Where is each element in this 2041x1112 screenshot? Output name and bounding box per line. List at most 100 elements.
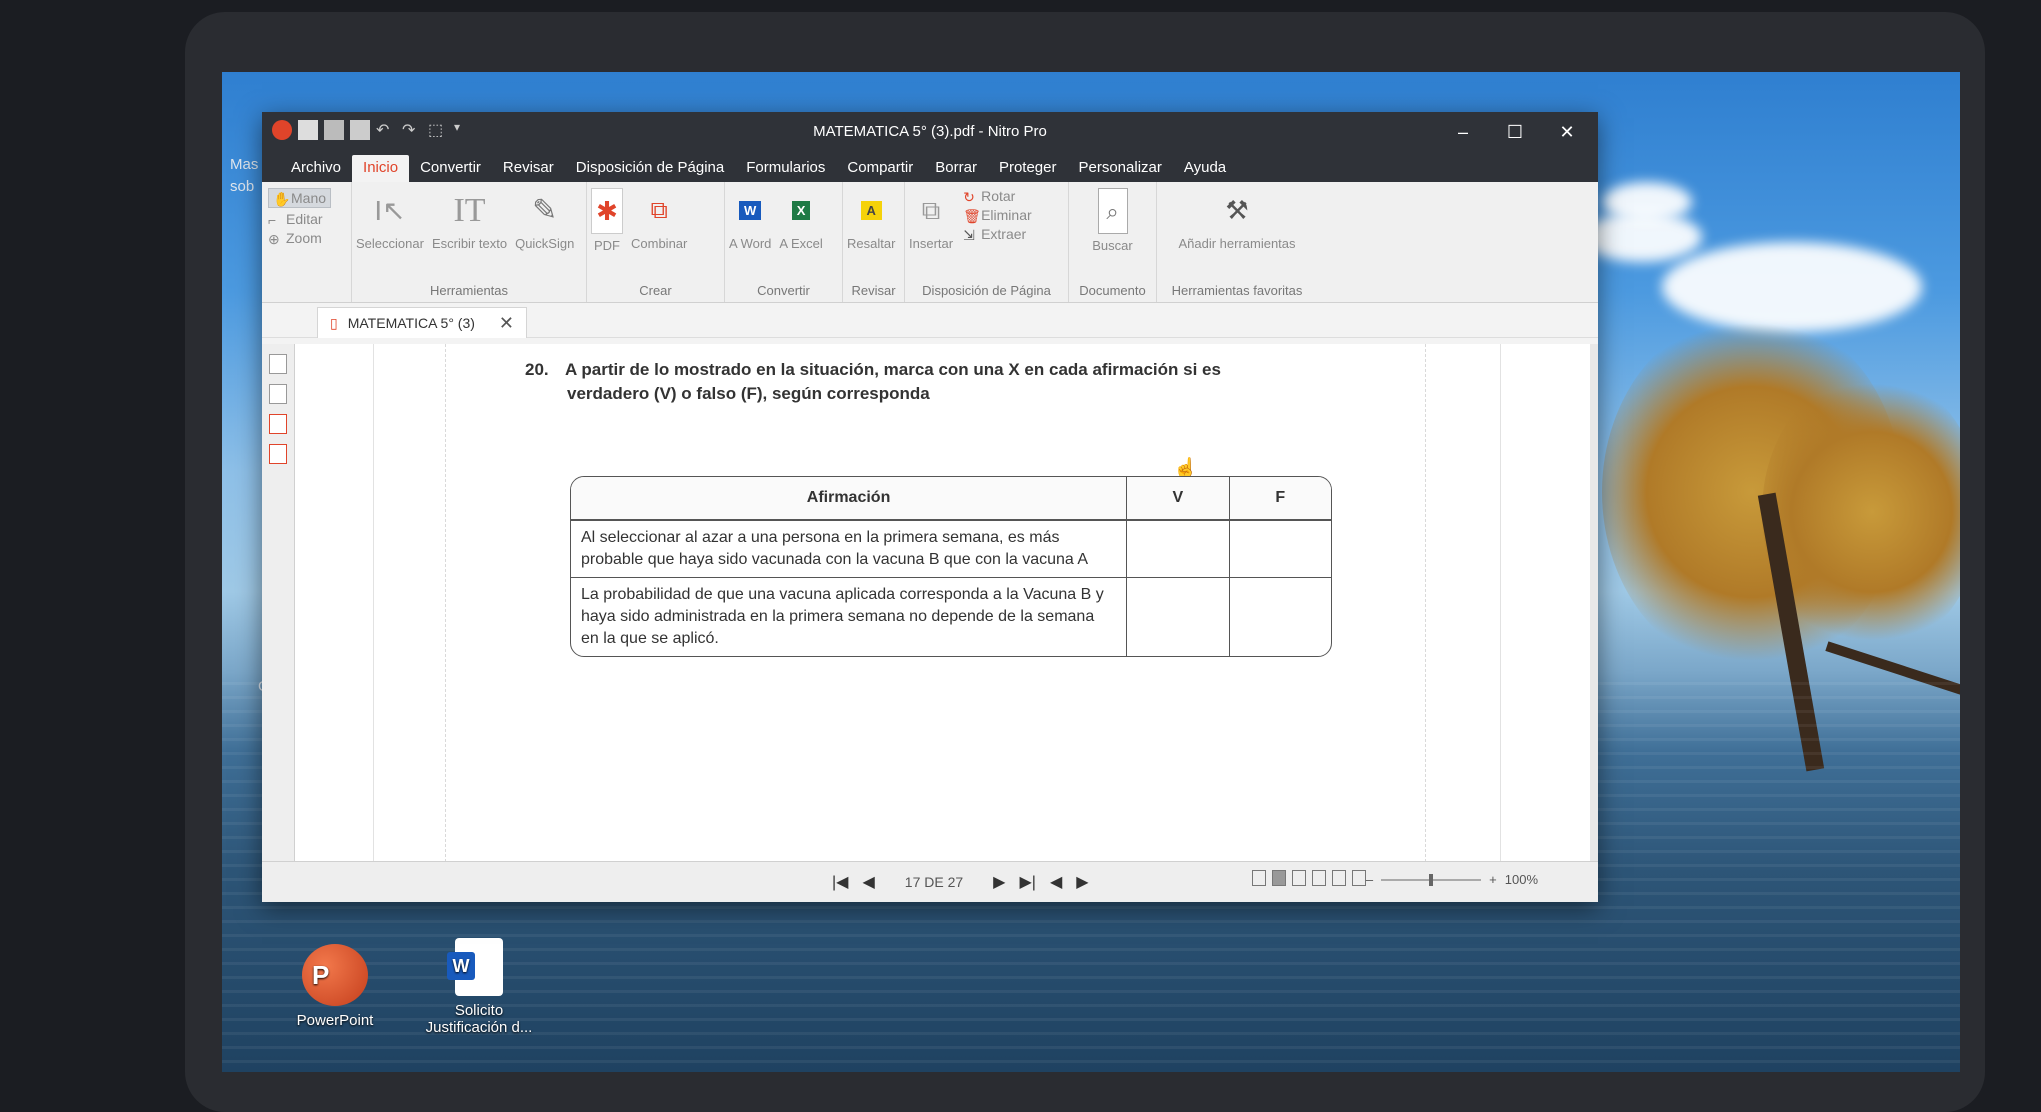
- minimize-button[interactable]: –: [1442, 118, 1484, 146]
- ribbon-group-documento: ⌕ Buscar Documento: [1069, 182, 1157, 302]
- extract-button[interactable]: ⇲ Extraer: [963, 226, 1032, 243]
- facing-view-icon[interactable]: [1292, 870, 1306, 886]
- to-word-button[interactable]: W A Word: [725, 188, 775, 251]
- insert-button[interactable]: ⧉ Insertar: [905, 188, 957, 252]
- desktop-icon-powerpoint[interactable]: P PowerPoint: [270, 944, 400, 1029]
- header-f: F: [1228, 477, 1331, 520]
- rotate-label: Rotar: [981, 188, 1016, 204]
- forward-view-icon[interactable]: ▶: [1076, 872, 1088, 892]
- next-page-icon[interactable]: ▶: [993, 872, 1005, 892]
- desktop-icon-word-document[interactable]: W Solicito Justificación d...: [414, 938, 544, 1036]
- create-pdf-icon: ✱: [591, 188, 623, 234]
- status-bar: |◀ ◀ 17 DE 27 ▶ ▶| ◀ ▶ – + 100%: [262, 861, 1598, 902]
- menu-proteger[interactable]: Proteger: [988, 155, 1068, 182]
- menu-ayuda[interactable]: Ayuda: [1173, 155, 1237, 182]
- continuous-view-icon[interactable]: [1272, 870, 1286, 886]
- zoom-icon: ⊕: [268, 231, 280, 247]
- rotate-icon: ↻: [963, 189, 975, 205]
- title-bar: ↶ ↷ ⬚ ▾ MATEMATICA 5° (3).pdf - Nitro Pr…: [262, 112, 1598, 154]
- extract-label: Extraer: [981, 226, 1027, 242]
- add-tools-button[interactable]: ⚒ Añadir herramientas: [1174, 188, 1299, 252]
- menu-bar: Archivo Inicio Convertir Revisar Disposi…: [262, 154, 1598, 182]
- bookmarks-panel-icon[interactable]: [269, 414, 287, 434]
- delete-label: Eliminar: [981, 207, 1032, 223]
- highlight-button[interactable]: A Resaltar: [843, 188, 899, 251]
- document-tab[interactable]: ▯ MATEMATICA 5° (3) ✕: [317, 307, 528, 338]
- page-navigation: |◀ ◀ 17 DE 27 ▶ ▶| ◀ ▶: [832, 872, 1089, 892]
- vertical-scrollbar[interactable]: [1590, 344, 1598, 862]
- grid-view-icon[interactable]: [1312, 870, 1326, 886]
- menu-personalizar[interactable]: Personalizar: [1068, 155, 1173, 182]
- v-cell[interactable]: [1126, 577, 1229, 656]
- pen-icon: ✎: [532, 193, 558, 227]
- delete-page-button[interactable]: 🗑 Eliminar: [963, 207, 1032, 224]
- combine-button[interactable]: ⧉ Combinar: [627, 188, 691, 251]
- search-icon: ⌕: [1097, 188, 1128, 234]
- first-page-icon[interactable]: |◀: [832, 872, 848, 892]
- menu-convertir[interactable]: Convertir: [409, 155, 492, 182]
- back-view-icon[interactable]: ◀: [1050, 872, 1062, 892]
- single-page-view-icon[interactable]: [1252, 870, 1266, 886]
- document-tab-label: MATEMATICA 5° (3): [347, 315, 475, 331]
- type-text-button[interactable]: IT Escribir texto: [428, 188, 511, 251]
- insert-label: Insertar: [909, 236, 954, 251]
- edit-tool-button[interactable]: ⌐ Editar: [268, 211, 331, 228]
- zoom-in-icon[interactable]: +: [1489, 872, 1497, 887]
- zoom-slider[interactable]: [1381, 873, 1482, 886]
- menu-disposicion[interactable]: Disposición de Página: [565, 155, 735, 182]
- document-tab-strip: ▯ MATEMATICA 5° (3) ✕: [262, 303, 1598, 338]
- select-label: Seleccionar: [356, 236, 424, 251]
- fit-page-icon[interactable]: [1352, 870, 1366, 886]
- ribbon-group-nav: ✋ Mano ⌐ Editar ⊕ Zoom: [262, 182, 352, 302]
- zoom-slider-knob[interactable]: [1429, 873, 1434, 886]
- zoom-control: – + 100%: [1366, 872, 1538, 887]
- previous-page-icon[interactable]: ◀: [862, 872, 874, 892]
- search-button[interactable]: ⌕ Buscar: [1088, 188, 1136, 253]
- f-cell[interactable]: [1228, 520, 1331, 577]
- close-tab-icon[interactable]: ✕: [499, 313, 514, 334]
- ribbon-group-revisar: A Resaltar Revisar: [843, 182, 905, 302]
- combine-label: Combinar: [631, 236, 688, 251]
- statement-cell: Al seleccionar al azar a una persona en …: [571, 520, 1127, 577]
- insert-page-icon: ⧉: [921, 194, 941, 225]
- zoom-tool-button[interactable]: ⊕ Zoom: [268, 230, 331, 247]
- document-view[interactable]: 20. A partir de lo mostrado en la situaci…: [295, 344, 1590, 862]
- menu-inicio[interactable]: Inicio: [352, 155, 410, 182]
- ribbon: ✋ Mano ⌐ Editar ⊕ Zoom I↖ Seleccionar IT Escr…: [262, 182, 1598, 303]
- question-number: 20.: [525, 360, 549, 379]
- group-label-crear: Crear: [639, 283, 672, 298]
- menu-formularios[interactable]: Formularios: [735, 155, 836, 182]
- pages-panel-icon[interactable]: [269, 354, 287, 374]
- rotate-button[interactable]: ↻ Rotar: [963, 188, 1032, 205]
- security-panel-icon[interactable]: [269, 444, 287, 464]
- menu-borrar[interactable]: Borrar: [924, 155, 988, 182]
- to-excel-button[interactable]: X A Excel: [775, 188, 826, 251]
- hand-tool-button[interactable]: ✋ Mano: [268, 188, 332, 208]
- last-page-icon[interactable]: ▶|: [1019, 872, 1035, 892]
- view-mode-buttons: [1252, 870, 1366, 886]
- menu-compartir[interactable]: Compartir: [836, 155, 924, 182]
- window-title: MATEMATICA 5° (3).pdf - Nitro Pro: [813, 123, 1047, 140]
- close-button[interactable]: ✕: [1546, 118, 1588, 146]
- menu-revisar[interactable]: Revisar: [492, 155, 565, 182]
- question-line-2: verdadero (V) o falso (F), según corresp…: [567, 384, 930, 403]
- search-panel-icon[interactable]: [269, 384, 287, 404]
- group-label-convertir: Convertir: [757, 283, 810, 298]
- select-button[interactable]: I↖ Seleccionar: [352, 188, 428, 251]
- trash-icon: 🗑: [963, 208, 981, 224]
- f-cell[interactable]: [1228, 577, 1331, 656]
- nitro-pro-window: ↶ ↷ ⬚ ▾ MATEMATICA 5° (3).pdf - Nitro Pr…: [262, 112, 1598, 902]
- header-afirmacion: Afirmación: [571, 477, 1127, 520]
- quicksign-button[interactable]: ✎ QuickSign: [511, 188, 578, 251]
- menu-archivo[interactable]: Archivo: [280, 155, 352, 182]
- page-indicator[interactable]: 17 DE 27: [905, 874, 963, 890]
- maximize-button[interactable]: ☐: [1494, 118, 1536, 146]
- v-cell[interactable]: [1126, 520, 1229, 577]
- zoom-out-icon[interactable]: –: [1366, 872, 1373, 887]
- pdf-button[interactable]: ✱ PDF: [587, 188, 627, 253]
- edit-icon: ⌐: [268, 212, 277, 228]
- type-text-icon: IT: [453, 191, 486, 229]
- fit-width-icon[interactable]: [1332, 870, 1346, 886]
- group-label-herramientas: Herramientas: [429, 283, 509, 298]
- group-label-favoritas: Herramientas favoritas: [1171, 283, 1303, 298]
